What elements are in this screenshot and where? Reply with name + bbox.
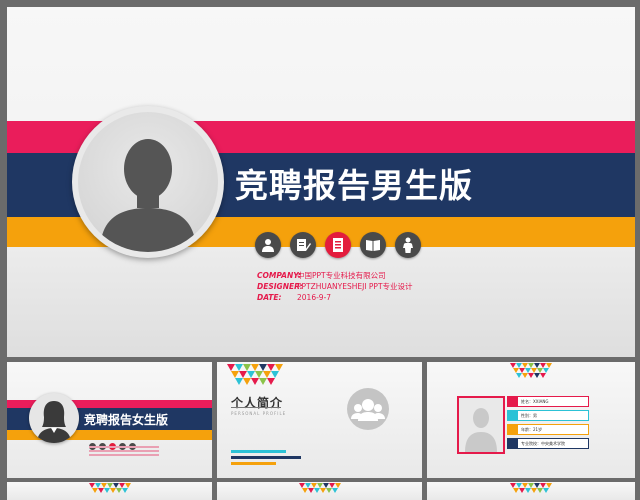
- date-line: DATE: 2016-9-7: [257, 293, 332, 302]
- triangle-pattern: [510, 483, 552, 493]
- detail-row-age: 年龄：21岁: [507, 424, 589, 435]
- triangle-pattern: [510, 363, 552, 378]
- list-icon: [325, 232, 351, 258]
- group-avatar: [347, 388, 389, 430]
- detail-row-school: 专业院校：中央美术学院: [507, 438, 589, 449]
- triangle-pattern: [299, 483, 341, 493]
- document-edit-icon: [290, 232, 316, 258]
- avatar: [72, 106, 224, 258]
- company-line: COMPANY:中国PPT专业科技有限公司: [257, 271, 386, 280]
- book-icon: [360, 232, 386, 258]
- detail-row-name: 姓名：XXIANG: [507, 396, 589, 407]
- triangle-pattern: [89, 483, 131, 493]
- avatar: [29, 393, 79, 443]
- figure-icon: [395, 232, 421, 258]
- detail-row-gender: 性别：男: [507, 410, 589, 421]
- divider: [231, 407, 281, 408]
- profile-heading: 个人简介: [231, 396, 284, 410]
- female-silhouette-icon: [37, 401, 71, 443]
- slide-thumbnail-partial[interactable]: [7, 482, 212, 500]
- slide-thumbnail-partial[interactable]: [427, 482, 635, 500]
- slide-thumbnail-female-version[interactable]: 竞聘报告女生版: [7, 362, 212, 478]
- color-bars: [231, 450, 301, 468]
- info-block: COMPANY:中国PPT专业科技有限公司 DESIGNER:PPTZHUANY…: [257, 270, 413, 303]
- profile-photo: [457, 396, 505, 454]
- mini-info-lines: [89, 446, 159, 458]
- person-silhouette-icon: [465, 408, 497, 452]
- slide-thumbnail-partial[interactable]: [217, 482, 422, 500]
- profile-subheading: PERSONAL PROFILE: [231, 411, 287, 416]
- designer-line: DESIGNER:PPTZHUANYESHEJI PPT专业设计: [257, 282, 413, 291]
- male-silhouette-icon: [100, 139, 196, 252]
- triangle-pattern: [227, 364, 283, 385]
- slide-thumbnail-details[interactable]: 姓名：XXIANG 性别：男 年龄：21岁 专业院校：中央美术学院: [427, 362, 635, 478]
- slide-thumbnail-profile[interactable]: 个人简介 PERSONAL PROFILE: [217, 362, 422, 478]
- group-icon: [351, 399, 385, 421]
- main-slide[interactable]: 竞聘报告男生版 COMPANY:中国PPT专业科技有限公司 DESIGNER:P…: [7, 7, 635, 357]
- slide-title: 竞聘报告男生版: [235, 166, 473, 205]
- thumbnail-title: 竞聘报告女生版: [84, 413, 169, 427]
- person-icon: [255, 232, 281, 258]
- presentation-preview: 竞聘报告男生版 COMPANY:中国PPT专业科技有限公司 DESIGNER:P…: [0, 0, 640, 500]
